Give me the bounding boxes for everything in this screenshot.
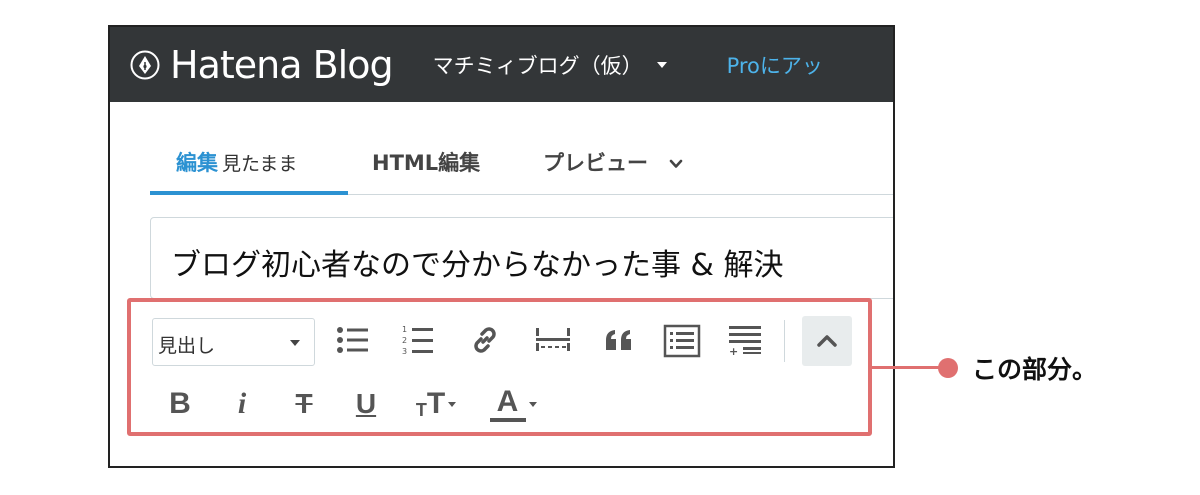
pen-nib-logo-icon: [130, 50, 160, 79]
callout-dot: [938, 358, 958, 378]
chevron-down-icon: [670, 159, 683, 168]
brand-name: Hatena Blog: [170, 42, 394, 87]
callout-line: [872, 366, 942, 369]
app-header: Hatena Blog マチミィブログ（仮） Proにアッ: [110, 27, 893, 102]
article-title-input[interactable]: ブログ初心者なので分からなかった事 & 解決: [150, 217, 893, 299]
tab-edit-wysiwyg[interactable]: 編集 見たまま: [176, 147, 297, 177]
blog-switcher-dropdown[interactable]: マチミィブログ（仮）: [433, 50, 667, 80]
blog-name: マチミィブログ（仮）: [432, 53, 643, 78]
callout-label: この部分。: [972, 355, 1098, 384]
tab-preview-label: プレビュー: [543, 151, 648, 175]
tab-edit-label: 編集: [176, 151, 218, 175]
tab-edit-sublabel: 見たまま: [222, 153, 298, 175]
caret-down-icon: [656, 61, 667, 68]
editor-mode-tabs: 編集 見たまま HTML編集 プレビュー: [150, 137, 893, 197]
tab-html-edit[interactable]: HTML編集: [372, 147, 480, 177]
toolbar-highlight-box: [127, 298, 872, 436]
article-title-value: ブログ初心者なので分からなかった事 & 解決: [171, 248, 784, 283]
tab-html-label: HTML編集: [372, 151, 481, 175]
tab-preview[interactable]: プレビュー: [543, 147, 683, 177]
active-tab-indicator: [150, 191, 348, 195]
hatena-blog-logo[interactable]: Hatena Blog: [130, 42, 394, 87]
pro-upgrade-link[interactable]: Proにアッ: [727, 50, 823, 80]
